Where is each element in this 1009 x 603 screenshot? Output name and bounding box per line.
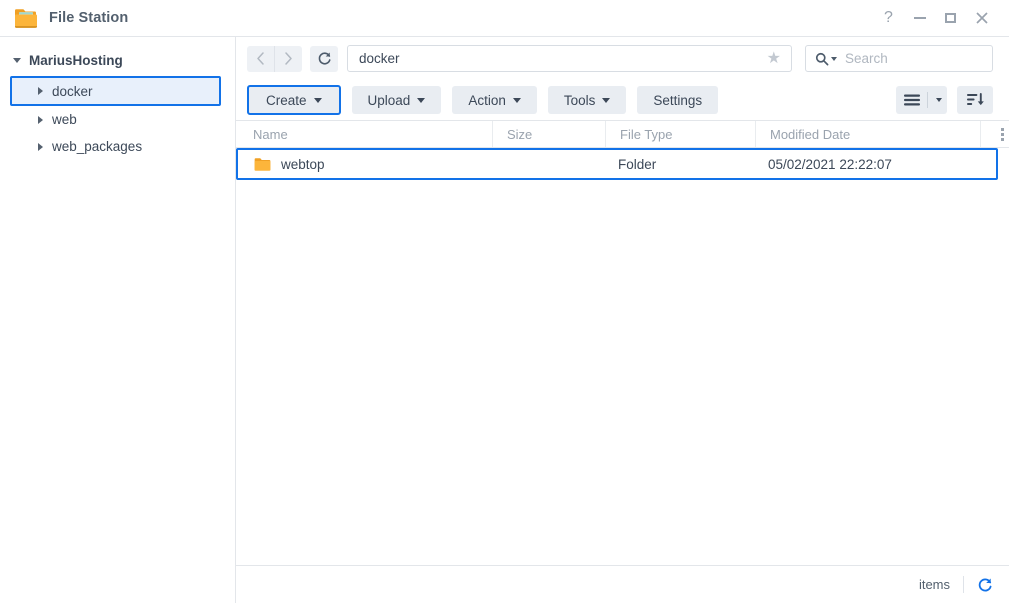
chevron-down-icon: [417, 98, 425, 103]
action-button[interactable]: Action: [452, 86, 537, 114]
file-list-header: Name Size File Type Modified Date: [236, 121, 1009, 148]
chevron-down-icon: [13, 58, 21, 63]
sort-button[interactable]: [957, 86, 993, 114]
action-button-label: Action: [468, 93, 506, 108]
column-header-file-type[interactable]: File Type: [606, 121, 756, 147]
window-body: MariusHosting docker web web_packages: [0, 37, 1009, 603]
view-mode-group: [896, 86, 947, 114]
create-button[interactable]: Create: [247, 85, 341, 115]
refresh-icon: [317, 51, 332, 66]
app-folder-icon: [14, 7, 38, 29]
close-icon: [975, 11, 989, 25]
sidebar-root-mariushosting[interactable]: MariusHosting: [0, 49, 235, 71]
view-mode-dropdown[interactable]: [928, 98, 947, 102]
kebab-menu-icon: [1001, 128, 1004, 141]
search-icon[interactable]: [815, 52, 837, 66]
file-name-cell: webtop: [249, 150, 491, 178]
status-refresh-button[interactable]: [977, 577, 993, 593]
sort-descending-icon: [967, 93, 984, 107]
forward-button[interactable]: [274, 46, 302, 72]
search-input[interactable]: Search: [805, 45, 993, 72]
main-pane: docker ★ Search Crea: [236, 37, 1009, 603]
table-row[interactable]: webtop Folder 05/02/2021 22:22:07: [236, 148, 998, 180]
sidebar-item-web[interactable]: web: [10, 106, 221, 133]
window-title: File Station: [49, 10, 128, 26]
file-list-body: webtop Folder 05/02/2021 22:22:07: [236, 148, 1009, 565]
star-icon[interactable]: ★: [767, 51, 783, 67]
file-type-cell: Folder: [604, 150, 754, 178]
column-header-modified-date[interactable]: Modified Date: [756, 121, 981, 147]
close-button[interactable]: [966, 0, 997, 37]
chevron-left-icon: [256, 52, 265, 65]
column-header-name[interactable]: Name: [247, 121, 493, 147]
sidebar-root-label: MariusHosting: [29, 53, 123, 68]
status-divider: [963, 576, 964, 593]
chevron-right-icon: [284, 52, 293, 65]
settings-button-label: Settings: [653, 93, 702, 108]
maximize-button[interactable]: [935, 0, 966, 37]
chevron-down-icon: [314, 98, 322, 103]
settings-button[interactable]: Settings: [637, 86, 718, 114]
help-button[interactable]: ?: [873, 0, 904, 37]
minimize-icon: [914, 17, 926, 19]
chevron-right-icon: [38, 116, 43, 124]
file-station-window: File Station ? MariusHosting docker web: [0, 0, 1009, 603]
search-placeholder: Search: [845, 51, 888, 66]
chevron-down-icon: [831, 57, 837, 61]
path-value: docker: [359, 51, 767, 66]
item-count-label: items: [919, 577, 950, 592]
column-header-size[interactable]: Size: [493, 121, 606, 147]
column-options-button[interactable]: [981, 121, 1009, 147]
list-view-icon: [904, 94, 920, 106]
file-list: Name Size File Type Modified Date: [236, 120, 1009, 603]
sidebar-item-web-packages[interactable]: web_packages: [10, 133, 221, 160]
path-input[interactable]: docker ★: [347, 45, 792, 72]
sidebar-item-docker[interactable]: docker: [10, 76, 221, 106]
minimize-button[interactable]: [904, 0, 935, 37]
upload-button[interactable]: Upload: [352, 86, 442, 114]
file-size-cell: [491, 150, 604, 178]
chevron-down-icon: [513, 98, 521, 103]
file-modified-cell: 05/02/2021 22:22:07: [754, 150, 996, 178]
list-view-button[interactable]: [896, 94, 927, 106]
file-name: webtop: [281, 157, 325, 172]
path-toolbar: docker ★ Search: [236, 37, 1009, 80]
navigation-group: [247, 46, 302, 72]
chevron-down-icon: [602, 98, 610, 103]
tools-button-label: Tools: [564, 93, 596, 108]
chevron-right-icon: [38, 143, 43, 151]
back-button[interactable]: [247, 46, 274, 72]
upload-button-label: Upload: [368, 93, 411, 108]
window-titlebar: File Station ?: [0, 0, 1009, 37]
sidebar-item-label: docker: [52, 84, 93, 99]
chevron-down-icon: [936, 98, 942, 102]
chevron-right-icon: [38, 87, 43, 95]
sidebar: MariusHosting docker web web_packages: [0, 37, 236, 603]
refresh-button[interactable]: [310, 46, 338, 72]
action-toolbar: Create Upload Action Tools Settings: [236, 80, 1009, 120]
status-bar: items: [236, 565, 1009, 603]
create-button-label: Create: [266, 93, 307, 108]
folder-icon: [254, 157, 271, 171]
maximize-icon: [945, 13, 956, 23]
sidebar-item-label: web_packages: [52, 139, 142, 154]
sidebar-item-label: web: [52, 112, 77, 127]
tools-button[interactable]: Tools: [548, 86, 627, 114]
refresh-icon: [977, 577, 993, 593]
